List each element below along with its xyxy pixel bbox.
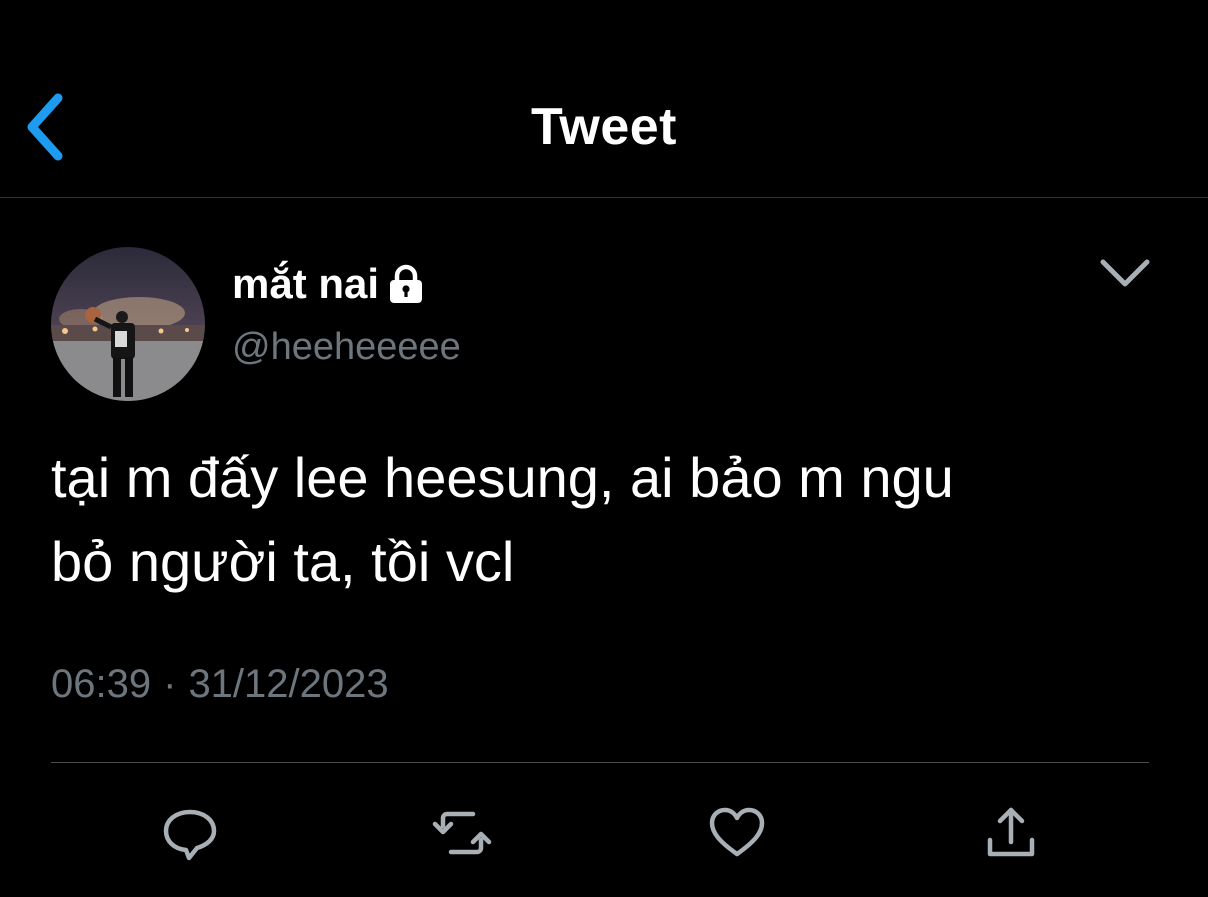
avatar-photo <box>51 247 205 401</box>
divider <box>51 762 1149 763</box>
tweet-text-line: tại m đấy lee heesung, ai bảo m ngu <box>51 446 954 509</box>
more-options-button[interactable] <box>1096 252 1154 296</box>
heart-icon <box>709 807 765 857</box>
share-icon <box>987 807 1035 857</box>
share-button[interactable] <box>978 800 1044 866</box>
reply-button[interactable] <box>157 800 223 866</box>
tweet-timestamp: 06:39 · 31/12/2023 <box>51 658 389 710</box>
comment-icon <box>163 809 217 861</box>
retweet-icon <box>432 811 492 855</box>
avatar[interactable] <box>51 247 205 401</box>
retweet-button[interactable] <box>429 800 495 866</box>
tweet-text-line: bỏ người ta, tồi vcl <box>51 530 515 593</box>
display-name-row[interactable]: mắt nai <box>232 258 427 310</box>
tweet-date: 31/12/2023 <box>188 662 389 706</box>
tweet-text: tại m đấy lee heesung, ai bảo m ngu bỏ n… <box>51 436 1161 604</box>
lock-icon <box>390 264 423 303</box>
header-bar: Tweet <box>0 0 1208 198</box>
user-handle[interactable]: @heeheeeee <box>232 324 461 370</box>
like-button[interactable] <box>704 800 770 866</box>
page-title: Tweet <box>530 98 677 156</box>
display-name: mắt nai <box>232 260 380 307</box>
chevron-down-icon <box>1100 259 1150 287</box>
tweet-time: 06:39 <box>51 662 152 706</box>
meta-separator: · <box>163 662 177 706</box>
